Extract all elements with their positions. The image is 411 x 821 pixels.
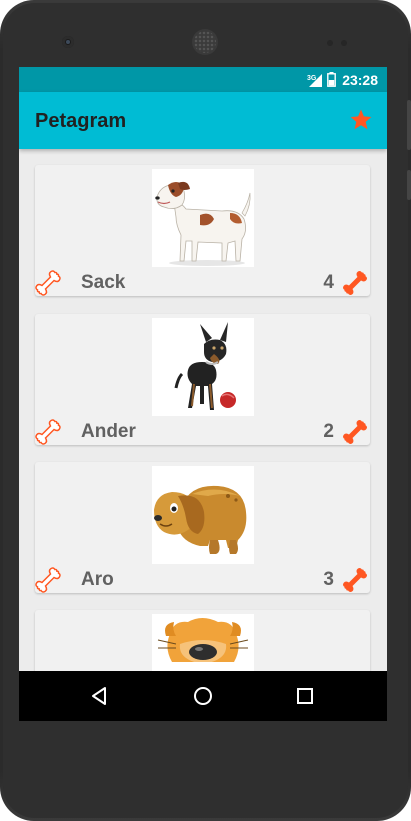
pet-card: Sack 4 xyxy=(35,165,370,296)
pet-photo xyxy=(152,169,254,267)
volume-button xyxy=(407,100,411,150)
bone-outline-icon[interactable] xyxy=(34,566,62,594)
battery-icon xyxy=(327,72,337,87)
pet-photo xyxy=(152,318,254,416)
pet-photo xyxy=(152,466,254,564)
cartoon-dog-face-photo xyxy=(152,618,254,674)
like-count: 4 xyxy=(323,272,334,293)
signal-icon: 3G xyxy=(307,73,323,87)
proximity-sensor xyxy=(327,40,333,46)
power-button xyxy=(407,170,411,200)
light-sensor xyxy=(341,40,347,46)
pet-list[interactable]: Sack 4 Ander 2 Aro 3 xyxy=(19,149,387,721)
recents-icon[interactable] xyxy=(294,685,316,707)
like-count: 3 xyxy=(323,569,334,590)
jack-russell-photo xyxy=(155,181,251,266)
star-icon[interactable] xyxy=(349,108,373,132)
bone-outline-icon[interactable] xyxy=(34,418,62,446)
pet-name: Ander xyxy=(81,421,136,442)
earpiece-speaker xyxy=(194,31,216,53)
pinscher-photo xyxy=(174,322,236,410)
front-camera xyxy=(62,36,74,48)
cartoon-puppy-photo xyxy=(154,485,247,554)
pet-photo xyxy=(152,614,254,674)
bone-filled-icon xyxy=(341,566,369,594)
bone-filled-icon xyxy=(341,269,369,297)
back-icon[interactable] xyxy=(89,685,111,707)
bone-outline-icon[interactable] xyxy=(34,269,62,297)
network-type: 3G xyxy=(307,75,317,82)
pet-name: Aro xyxy=(81,569,114,590)
status-icons: 3G 23:28 xyxy=(307,71,378,88)
pet-card: Ander 2 xyxy=(35,314,370,445)
pet-card: Aro 3 xyxy=(35,462,370,593)
home-icon[interactable] xyxy=(192,685,214,707)
clock: 23:28 xyxy=(342,71,378,88)
like-count: 2 xyxy=(323,421,334,442)
app-bar: Petagram xyxy=(19,92,387,149)
pet-name: Sack xyxy=(81,272,126,293)
screen: 3G 23:28 Petagram Sack 4 Ander 2 Aro 3 xyxy=(19,67,387,721)
navigation-bar xyxy=(19,671,387,721)
status-bar: 3G 23:28 xyxy=(19,67,387,92)
bone-filled-icon xyxy=(341,418,369,446)
app-title: Petagram xyxy=(35,110,127,132)
